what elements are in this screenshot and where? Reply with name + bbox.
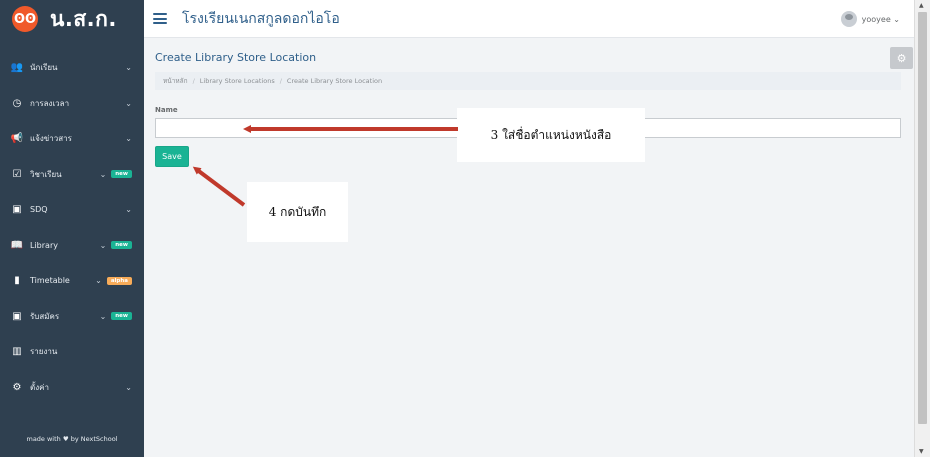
topbar: โรงเรียนเนกสกูลดอกไอโอ yooyee ⌄ xyxy=(144,0,914,38)
chevron-down-icon: ⌄ xyxy=(125,98,132,108)
book-icon: 📖 xyxy=(10,239,24,251)
annotation-step-3: 3 ใส่ชื่อตำแหน่งหนังสือ xyxy=(457,108,645,162)
clipboard-icon: ▣ xyxy=(12,204,22,216)
page-title: Create Library Store Location xyxy=(155,51,317,64)
cogs-icon: ⚙ xyxy=(12,381,22,393)
sidebar-item-label: รายงาน xyxy=(30,347,58,357)
sidebar-item-label: นักเรียน xyxy=(30,63,58,73)
sidebar-item-6[interactable]: ▮ Timetable ⌄ alpha xyxy=(0,263,144,299)
sidebar-item-9[interactable]: ⚙ ตั้งค่า ⌄ xyxy=(0,370,144,406)
file-icon: ▮ xyxy=(14,275,20,287)
save-button[interactable]: Save xyxy=(155,146,189,167)
chevron-down-icon: ⌄ xyxy=(99,240,107,250)
clock-icon: ◷ xyxy=(12,97,22,109)
brand-name: น.ส.ก. xyxy=(50,6,117,31)
chevron-down-icon: ⌄ xyxy=(125,205,132,215)
sidebar-item-7[interactable]: ▣ รับสมัคร ⌄ new xyxy=(0,299,144,335)
sidebar-item-8[interactable]: ▥ รายงาน xyxy=(0,334,144,370)
settings-button[interactable]: ⚙ xyxy=(890,47,913,69)
hamburger-menu-icon[interactable] xyxy=(153,13,167,24)
breadcrumb-current: Create Library Store Location xyxy=(286,77,383,85)
chevron-down-icon: ⌄ xyxy=(125,63,132,73)
sidebar-item-label: ตั้งค่า xyxy=(30,382,49,392)
megaphone-icon: 📢 xyxy=(10,133,24,145)
sidebar-item-label: แจ้งข่าวสาร xyxy=(30,134,72,144)
chevron-down-icon: ⌄ xyxy=(99,311,107,321)
scrollbar-thumb[interactable] xyxy=(918,12,927,424)
sidebar-item-label: SDQ xyxy=(30,205,48,215)
sidebar-item-5[interactable]: 📖 Library ⌄ new xyxy=(0,228,144,264)
chevron-down-icon: ⌄ xyxy=(99,169,107,179)
avatar xyxy=(840,11,857,27)
school-name: โรงเรียนเนกสกูลดอกไอโอ xyxy=(182,10,340,27)
sidebar-menu: 👥 นักเรียน ⌄ ◷ การลงเวลา ⌄ 📢 แจ้งข่าวสาร ⌄ ☑ วิชาเ… xyxy=(0,50,144,405)
sidebar-item-3[interactable]: ☑ วิชาเรียน ⌄ new xyxy=(0,157,144,193)
arrow-to-save-button xyxy=(192,166,246,207)
user-menu[interactable]: yooyee ⌄ xyxy=(840,11,900,27)
sidebar-item-label: การลงเวลา xyxy=(30,98,70,108)
owl-logo-icon: ʘʘ xyxy=(12,6,38,32)
breadcrumb-home-link[interactable]: หน้าหลัก xyxy=(163,76,188,86)
status-badge: new xyxy=(111,241,132,250)
sidebar-item-1[interactable]: ◷ การลงเวลา ⌄ xyxy=(0,86,144,122)
status-badge: alpha xyxy=(106,276,132,285)
page-footer xyxy=(144,445,914,457)
brand[interactable]: ʘʘ น.ส.ก. xyxy=(0,0,144,38)
users-icon: 👥 xyxy=(10,62,24,74)
sidebar-item-4[interactable]: ▣ SDQ ⌄ xyxy=(0,192,144,228)
sidebar-item-label: Timetable xyxy=(30,276,70,286)
gear-icon: ⚙ xyxy=(896,51,907,65)
annotation-step-4: 4 กดบันทึก xyxy=(247,182,348,242)
bar-chart-icon: ▥ xyxy=(12,346,22,358)
chevron-down-icon: ⌄ xyxy=(125,134,132,144)
vertical-scrollbar[interactable]: ▲ ▼ xyxy=(914,0,930,457)
scroll-down-arrow-icon[interactable]: ▼ xyxy=(919,448,924,455)
sidebar-item-label: Library xyxy=(30,240,58,250)
sidebar: ʘʘ น.ส.ก. 👥 นักเรียน ⌄ ◷ การลงเวลา ⌄ 📢 แจ้งข่าว… xyxy=(0,0,144,457)
chevron-down-icon: ⌄ xyxy=(95,276,102,286)
chevron-down-icon: ⌄ xyxy=(125,382,132,392)
breadcrumb-separator: / xyxy=(279,77,282,85)
sidebar-item-label: รับสมัคร xyxy=(30,311,60,321)
breadcrumb-separator: / xyxy=(192,77,195,85)
calendar-check-icon: ☑ xyxy=(12,168,22,180)
breadcrumb-locations-link[interactable]: Library Store Locations xyxy=(200,77,275,85)
scroll-up-arrow-icon[interactable]: ▲ xyxy=(919,2,924,9)
sidebar-item-0[interactable]: 👥 นักเรียน ⌄ xyxy=(0,50,144,86)
sidebar-item-label: วิชาเรียน xyxy=(30,169,62,179)
id-card-icon: ▣ xyxy=(12,310,22,322)
sidebar-footer: made with ♥ by NextSchool xyxy=(26,435,118,443)
name-label: Name xyxy=(155,106,178,114)
sidebar-item-2[interactable]: 📢 แจ้งข่าวสาร ⌄ xyxy=(0,121,144,157)
breadcrumb: หน้าหลัก / Library Store Locations / Cre… xyxy=(155,72,901,90)
status-badge: new xyxy=(111,170,132,179)
status-badge: new xyxy=(111,312,132,321)
user-name: yooyee ⌄ xyxy=(861,14,900,24)
